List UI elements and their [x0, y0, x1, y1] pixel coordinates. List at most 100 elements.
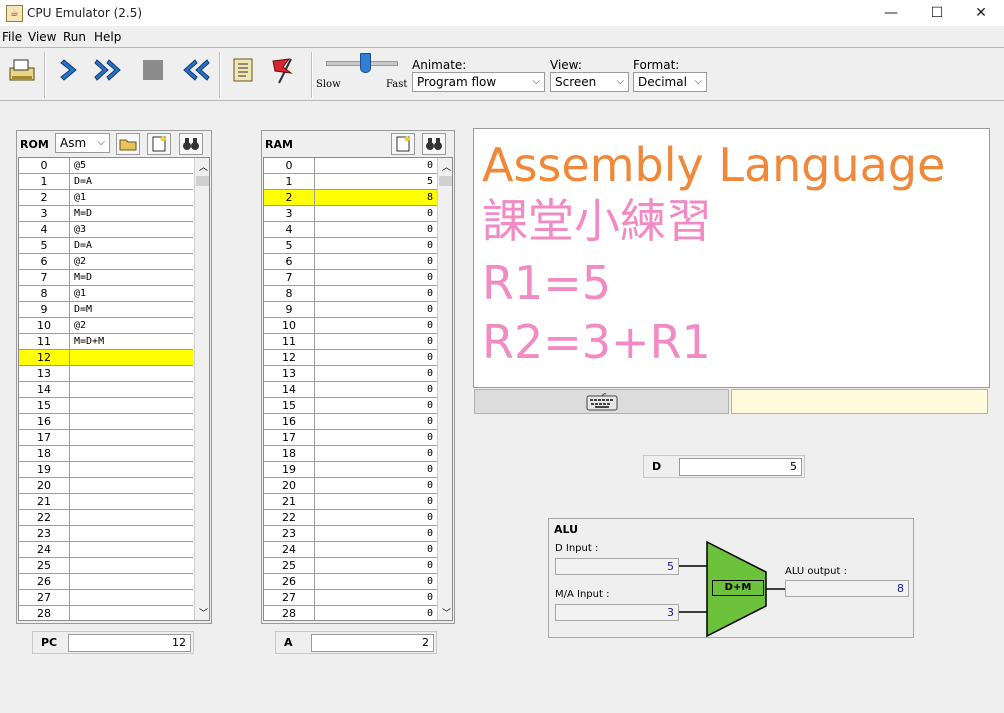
rom-format-select[interactable]: Asm ⌵: [55, 133, 110, 153]
ram-value[interactable]: 0: [315, 542, 437, 558]
run-button[interactable]: [94, 54, 126, 86]
ram-value[interactable]: 0: [315, 238, 437, 254]
rom-search-button[interactable]: [179, 133, 203, 155]
rom-row[interactable]: 24: [19, 542, 193, 558]
ram-value[interactable]: 0: [315, 302, 437, 318]
scroll-thumb[interactable]: [196, 176, 209, 186]
ram-value[interactable]: 0: [315, 350, 437, 366]
rom-row[interactable]: 27: [19, 590, 193, 606]
rom-value[interactable]: [70, 462, 193, 478]
ram-row[interactable]: 28 0: [264, 606, 437, 620]
view-select[interactable]: Screen ⌵: [550, 72, 629, 92]
ram-value[interactable]: 0: [315, 446, 437, 462]
rom-row[interactable]: 7 M=D: [19, 270, 193, 286]
rom-row[interactable]: 0 @5: [19, 158, 193, 174]
rom-row[interactable]: 11 M=D+M: [19, 334, 193, 350]
ram-value[interactable]: 0: [315, 382, 437, 398]
ram-row[interactable]: 28: [264, 190, 437, 206]
rom-load-button[interactable]: [116, 133, 140, 155]
slider-thumb[interactable]: [360, 53, 371, 73]
keyboard-toggle-button[interactable]: [474, 389, 729, 414]
rom-row[interactable]: 6 @2: [19, 254, 193, 270]
rom-value[interactable]: [70, 414, 193, 430]
ram-row[interactable]: 21 0: [264, 494, 437, 510]
ram-value[interactable]: 0: [315, 398, 437, 414]
rom-value[interactable]: [70, 574, 193, 590]
ram-value[interactable]: 0: [315, 510, 437, 526]
rom-row[interactable]: 1 D=A: [19, 174, 193, 190]
ram-value[interactable]: 0: [315, 158, 437, 174]
ram-row[interactable]: 11 0: [264, 334, 437, 350]
maximize-button[interactable]: ☐: [914, 0, 960, 26]
ram-value[interactable]: 0: [315, 414, 437, 430]
ram-row[interactable]: 40: [264, 222, 437, 238]
ram-row[interactable]: 00: [264, 158, 437, 174]
ram-scrollbar[interactable]: ︿ ﹀: [437, 158, 452, 620]
a-value[interactable]: 2: [311, 634, 434, 652]
rom-value[interactable]: D=M: [70, 302, 193, 318]
ram-value[interactable]: 0: [315, 430, 437, 446]
ram-value[interactable]: 0: [315, 526, 437, 542]
ram-row[interactable]: 14 0: [264, 382, 437, 398]
rom-value[interactable]: @1: [70, 286, 193, 302]
ram-row[interactable]: 15: [264, 174, 437, 190]
rom-row[interactable]: 19: [19, 462, 193, 478]
rom-value[interactable]: @2: [70, 318, 193, 334]
pc-value[interactable]: 12: [68, 634, 191, 652]
ram-row[interactable]: 12 0: [264, 350, 437, 366]
ram-row[interactable]: 13 0: [264, 366, 437, 382]
menu-run[interactable]: Run: [63, 30, 86, 44]
breakpoints-button[interactable]: [268, 54, 300, 86]
ram-row[interactable]: 70: [264, 270, 437, 286]
rom-row[interactable]: 15: [19, 398, 193, 414]
ram-row[interactable]: 20 0: [264, 478, 437, 494]
ram-row[interactable]: 27 0: [264, 590, 437, 606]
ram-row[interactable]: 50: [264, 238, 437, 254]
ram-row[interactable]: 30: [264, 206, 437, 222]
rom-value[interactable]: [70, 350, 193, 366]
rom-value[interactable]: [70, 590, 193, 606]
ram-value[interactable]: 8: [315, 190, 437, 206]
ram-value[interactable]: 0: [315, 574, 437, 590]
d-value[interactable]: 5: [679, 458, 802, 476]
format-select[interactable]: Decimal ⌵: [633, 72, 707, 92]
ram-row[interactable]: 26 0: [264, 574, 437, 590]
ram-row[interactable]: 90: [264, 302, 437, 318]
ram-row[interactable]: 19 0: [264, 462, 437, 478]
script-button[interactable]: [227, 54, 259, 86]
ram-row[interactable]: 23 0: [264, 526, 437, 542]
rom-value[interactable]: [70, 510, 193, 526]
rom-row[interactable]: 9 D=M: [19, 302, 193, 318]
ram-value[interactable]: 0: [315, 606, 437, 620]
rom-row[interactable]: 28: [19, 606, 193, 620]
animate-select[interactable]: Program flow ⌵: [412, 72, 545, 92]
ram-row[interactable]: 15 0: [264, 398, 437, 414]
rom-value[interactable]: [70, 526, 193, 542]
rom-new-button[interactable]: [147, 133, 171, 155]
load-program-button[interactable]: [6, 54, 38, 86]
rom-value[interactable]: [70, 430, 193, 446]
rom-value[interactable]: @2: [70, 254, 193, 270]
rom-value[interactable]: [70, 542, 193, 558]
rom-scrollbar[interactable]: ︿ ﹀: [194, 158, 209, 620]
scroll-down-icon[interactable]: ﹀: [442, 606, 451, 619]
rom-row[interactable]: 22: [19, 510, 193, 526]
rom-row[interactable]: 4 @3: [19, 222, 193, 238]
ram-value[interactable]: 0: [315, 462, 437, 478]
ram-search-button[interactable]: [422, 133, 446, 155]
ram-value[interactable]: 0: [315, 366, 437, 382]
ram-value[interactable]: 0: [315, 286, 437, 302]
rom-value[interactable]: [70, 494, 193, 510]
rom-row[interactable]: 18: [19, 446, 193, 462]
rom-row[interactable]: 25: [19, 558, 193, 574]
menu-help[interactable]: Help: [94, 30, 121, 44]
rom-value[interactable]: D=A: [70, 174, 193, 190]
menu-view[interactable]: View: [28, 30, 56, 44]
rom-value[interactable]: @3: [70, 222, 193, 238]
rom-row[interactable]: 16: [19, 414, 193, 430]
ram-value[interactable]: 0: [315, 206, 437, 222]
rom-row[interactable]: 3 M=D: [19, 206, 193, 222]
menu-file[interactable]: File: [2, 30, 22, 44]
ram-row[interactable]: 60: [264, 254, 437, 270]
scroll-up-icon[interactable]: ︿: [199, 160, 208, 173]
